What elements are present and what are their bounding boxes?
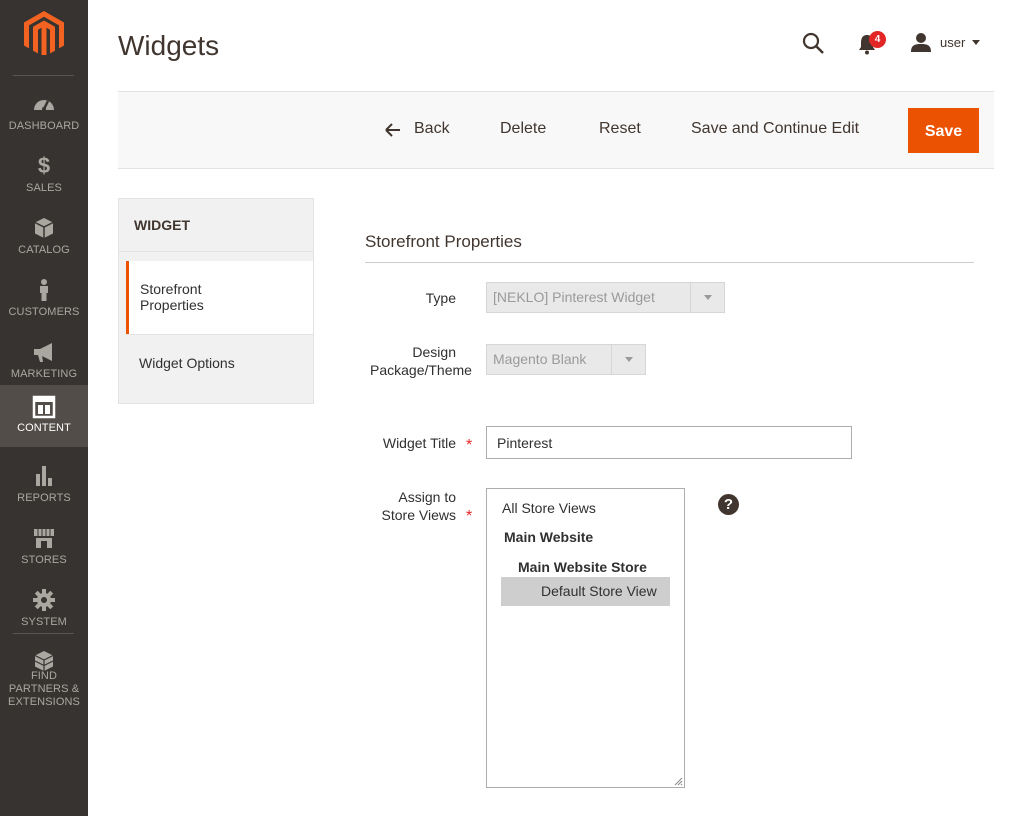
chevron-down-icon bbox=[972, 40, 980, 45]
notification-badge[interactable]: 4 bbox=[869, 31, 886, 48]
store-option-label: Default Store View bbox=[541, 583, 657, 599]
help-icon[interactable]: ? bbox=[718, 494, 739, 515]
select-arrow-box bbox=[690, 283, 724, 312]
user-name: user bbox=[940, 35, 966, 50]
save-button[interactable]: Save bbox=[908, 108, 979, 153]
gear-icon bbox=[33, 589, 55, 611]
nav-label: SALES bbox=[26, 182, 62, 194]
tab-widget-options[interactable]: Widget Options bbox=[126, 335, 313, 403]
design-theme-label: Design Package/Theme bbox=[370, 344, 472, 378]
store-views-label: Assign to Store Views bbox=[381, 489, 456, 523]
storefront-icon bbox=[34, 529, 54, 548]
box-icon bbox=[34, 218, 54, 238]
tab-label-text: Storefront Properties bbox=[140, 281, 204, 313]
store-group-store: Main Website Store bbox=[518, 559, 647, 575]
delete-button[interactable]: Delete bbox=[500, 120, 546, 138]
nav-catalog[interactable]: CATALOG bbox=[0, 210, 88, 272]
tabs-title: WIDGET bbox=[134, 217, 190, 233]
back-button[interactable]: Back bbox=[414, 120, 450, 138]
nav-label: REPORTS bbox=[17, 492, 71, 504]
bar-chart-icon bbox=[36, 466, 52, 486]
nav-label: SYSTEM bbox=[21, 616, 67, 628]
widget-title-label: Widget Title bbox=[382, 435, 456, 451]
dollar-icon: $ bbox=[37, 153, 51, 178]
nav-sales[interactable]: $ SALES bbox=[0, 148, 88, 210]
tab-label: Storefront Properties bbox=[140, 281, 220, 313]
chevron-down-icon bbox=[704, 295, 712, 300]
dashboard-icon bbox=[34, 100, 54, 111]
magento-logo[interactable] bbox=[24, 11, 64, 55]
chevron-down-icon bbox=[625, 357, 633, 362]
nav-label: MARKETING bbox=[10, 368, 78, 380]
resize-handle-icon[interactable] bbox=[674, 777, 683, 786]
person-icon bbox=[40, 279, 48, 301]
nav-label: DASHBOARD bbox=[8, 120, 80, 132]
nav-dashboard[interactable]: DASHBOARD bbox=[0, 86, 88, 148]
nav-reports[interactable]: REPORTS bbox=[0, 458, 88, 520]
tabs-header: WIDGET bbox=[119, 199, 313, 252]
nav-customers[interactable]: CUSTOMERS bbox=[0, 272, 88, 334]
store-option-default-view[interactable]: Default Store View bbox=[501, 577, 670, 606]
section-divider bbox=[365, 262, 974, 263]
type-select: [NEKLO] Pinterest Widget bbox=[486, 282, 725, 313]
design-theme-select-value: Magento Blank bbox=[493, 351, 587, 367]
nav-label: FIND PARTNERS & EXTENSIONS bbox=[8, 670, 80, 708]
type-select-value: [NEKLO] Pinterest Widget bbox=[493, 289, 655, 305]
page-title: Widgets bbox=[118, 30, 220, 61]
nav-system[interactable]: SYSTEM bbox=[0, 582, 88, 644]
search-icon[interactable] bbox=[801, 31, 825, 55]
page-actions-bar: Back Delete Reset Save and Continue Edit… bbox=[118, 91, 994, 169]
select-arrow-box bbox=[611, 345, 645, 374]
design-theme-select: Magento Blank bbox=[486, 344, 646, 375]
nav-stores[interactable]: STORES bbox=[0, 520, 88, 582]
section-title: Storefront Properties bbox=[365, 232, 522, 251]
store-option-all[interactable]: All Store Views bbox=[502, 500, 596, 516]
sidebar-divider bbox=[13, 633, 74, 634]
required-asterisk: * bbox=[466, 508, 473, 525]
tab-storefront-properties[interactable]: Storefront Properties bbox=[126, 261, 313, 334]
save-and-continue-button[interactable]: Save and Continue Edit bbox=[691, 120, 859, 138]
arrow-left-icon[interactable] bbox=[385, 122, 401, 138]
user-icon bbox=[911, 33, 931, 52]
layout-icon bbox=[32, 395, 56, 419]
nav-label: CATALOG bbox=[18, 244, 70, 256]
nav-label: CUSTOMERS bbox=[8, 306, 80, 318]
reset-button[interactable]: Reset bbox=[599, 120, 641, 138]
nav-label: STORES bbox=[21, 554, 67, 566]
widget-title-input[interactable] bbox=[486, 426, 852, 459]
required-asterisk: * bbox=[466, 437, 473, 454]
type-label: Type bbox=[425, 290, 456, 306]
nav-find-partners[interactable]: FIND PARTNERS & EXTENSIONS bbox=[0, 644, 88, 708]
sidebar-divider bbox=[13, 75, 74, 76]
nav-content[interactable]: CONTENT bbox=[0, 385, 88, 447]
tab-label: Widget Options bbox=[139, 355, 235, 371]
widget-tabs: WIDGET Storefront Properties Widget Opti… bbox=[118, 198, 314, 404]
store-group-website: Main Website bbox=[504, 529, 594, 545]
nav-label: CONTENT bbox=[17, 422, 71, 434]
megaphone-icon bbox=[34, 343, 52, 362]
store-views-multiselect[interactable]: All Store Views Main Website Main Websit… bbox=[486, 488, 685, 788]
admin-sidebar: DASHBOARD $ SALES CATALOG CUSTOMERS MARK… bbox=[0, 0, 88, 816]
